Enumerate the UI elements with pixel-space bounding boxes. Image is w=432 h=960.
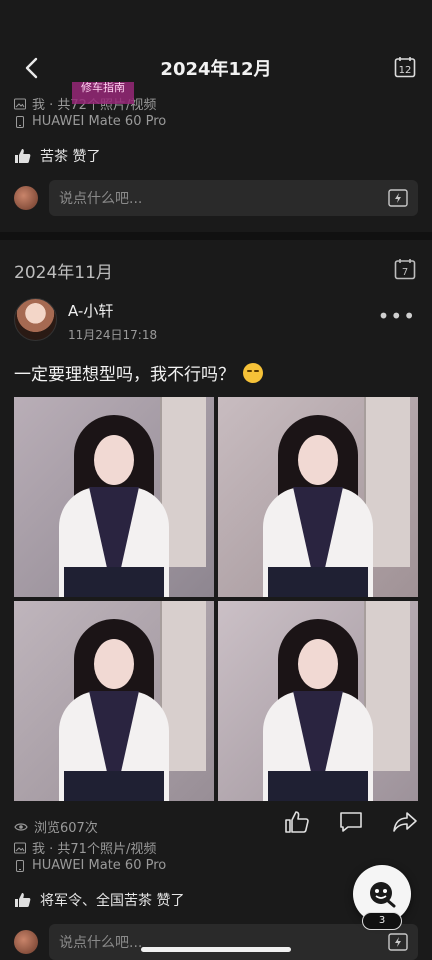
calendar-day-label: 7	[402, 267, 408, 278]
user-avatar[interactable]	[14, 298, 57, 341]
photo-grid	[14, 397, 418, 801]
share-button[interactable]	[392, 809, 418, 835]
avatar	[14, 930, 38, 954]
likes-text: 苦茶 赞了	[40, 149, 101, 165]
phone-icon	[16, 115, 24, 128]
month-heading: 2024年11月	[14, 263, 113, 283]
photo-count-line: 我 · 共71个照片/视频	[14, 838, 156, 857]
comment-input[interactable]: 说点什么吧...	[49, 180, 418, 216]
sticker-icon[interactable]	[388, 189, 408, 207]
post-timestamp: 11月24日17:18	[68, 328, 158, 342]
comment-placeholder: 说点什么吧...	[59, 935, 143, 951]
section-divider	[0, 232, 432, 240]
view-count-text: 浏览607次	[34, 821, 98, 836]
comment-button[interactable]	[338, 809, 364, 835]
username[interactable]: A-小轩	[68, 300, 113, 321]
post-text: 一定要理想型吗，我不行吗？	[14, 360, 263, 385]
likes-line: 将军令、全国苦茶 赞了	[14, 890, 184, 910]
avatar	[14, 186, 38, 210]
post-photo-1[interactable]	[14, 397, 214, 597]
back-arrow-icon[interactable]	[18, 54, 46, 82]
post-actions	[284, 809, 418, 835]
likes-line: 苦茶 赞了	[14, 146, 100, 166]
device-text: HUAWEI Mate 60 Pro	[32, 858, 167, 873]
post-stats-row: 浏览607次	[14, 811, 418, 839]
post-photo-2[interactable]	[218, 397, 418, 597]
comment-row: 说点什么吧...	[14, 180, 418, 216]
status-bar	[0, 0, 432, 40]
smirk-emoji-icon	[243, 362, 263, 383]
eye-icon	[14, 822, 28, 831]
phone-icon	[16, 859, 24, 872]
smiley-face-icon	[370, 882, 396, 908]
calendar-day-label: 12	[399, 65, 412, 76]
calendar-icon[interactable]: 7	[394, 258, 416, 280]
like-button[interactable]	[284, 809, 310, 835]
thumbs-up-icon	[15, 893, 31, 907]
thumbs-up-icon	[15, 149, 31, 163]
post-photo-3[interactable]	[14, 601, 214, 801]
comment-input[interactable]: 说点什么吧...	[49, 924, 418, 960]
image-icon	[14, 842, 26, 853]
comment-placeholder: 说点什么吧...	[59, 191, 143, 207]
image-icon	[14, 98, 26, 109]
more-options-icon[interactable]: •••	[378, 304, 416, 328]
comment-row: 说点什么吧...	[14, 924, 418, 960]
view-count: 浏览607次	[14, 817, 98, 836]
page-title: 2024年12月	[160, 59, 272, 80]
device-line: HUAWEI Mate 60 Pro	[14, 858, 166, 873]
device-text: HUAWEI Mate 60 Pro	[32, 114, 167, 129]
post-photo-4[interactable]	[218, 601, 418, 801]
home-indicator[interactable]	[141, 947, 291, 952]
watermark: 修车指南	[72, 82, 134, 104]
sticker-icon[interactable]	[388, 933, 408, 951]
post-text-content: 一定要理想型吗，我不行吗？	[14, 365, 235, 385]
photo-count-text: 我 · 共71个照片/视频	[32, 842, 157, 857]
likes-text: 将军令、全国苦茶 赞了	[40, 893, 185, 909]
notification-badge: 3	[362, 912, 402, 930]
calendar-icon[interactable]: 12	[394, 56, 416, 78]
device-line: HUAWEI Mate 60 Pro	[14, 114, 166, 129]
top-navigation-bar: 2024年12月 12	[0, 40, 432, 96]
